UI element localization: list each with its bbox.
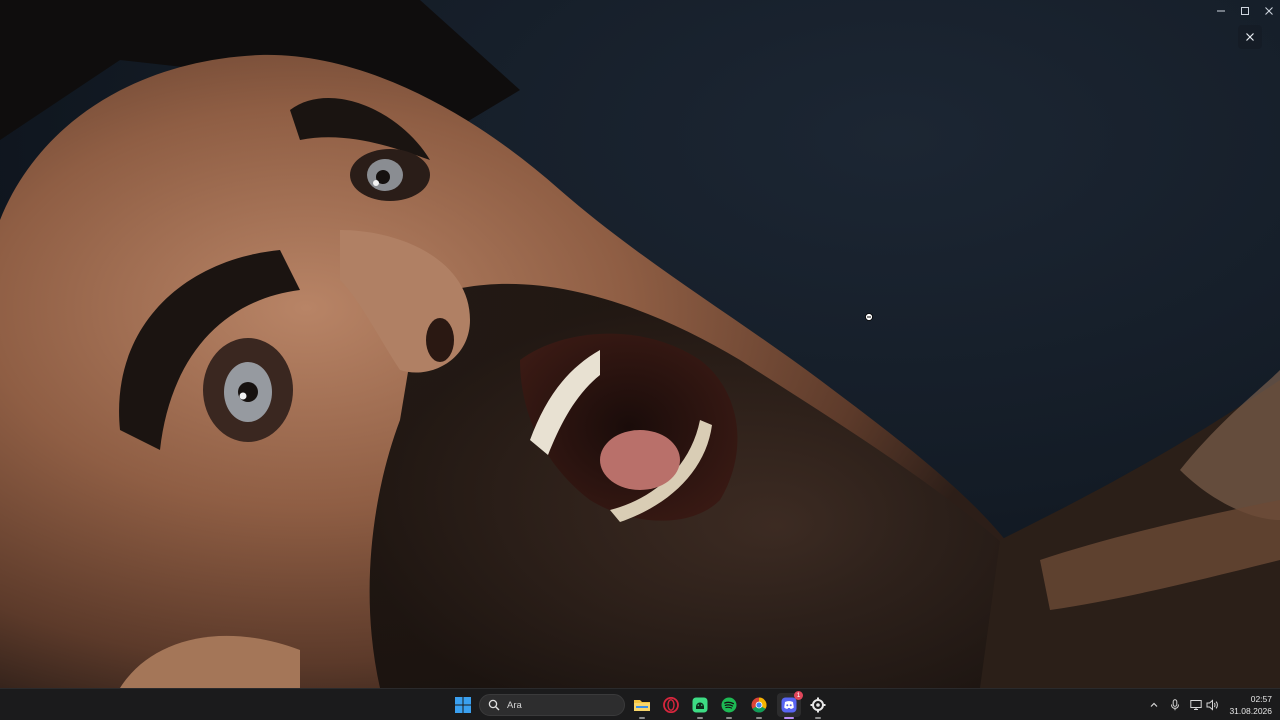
speaker-icon: [1206, 699, 1218, 711]
running-indicator: [784, 717, 794, 719]
running-indicator: [726, 717, 732, 719]
close-icon: [1265, 7, 1273, 15]
taskbar-app-android[interactable]: [688, 693, 712, 719]
taskbar-app-discord[interactable]: 1: [777, 691, 803, 719]
folder-icon: [634, 700, 650, 711]
running-indicator: [639, 717, 645, 719]
tray-microphone-button[interactable]: [1168, 697, 1182, 713]
taskbar-app-opera[interactable]: [659, 693, 683, 717]
minimize-button[interactable]: [1209, 2, 1233, 20]
minimize-icon: [1217, 10, 1225, 12]
discord-icon: [781, 697, 797, 713]
search-placeholder: Ara: [507, 699, 522, 711]
tray-overflow-button[interactable]: [1147, 697, 1161, 713]
search-icon: [488, 699, 500, 711]
maximize-button[interactable]: [1233, 2, 1257, 20]
photo-viewer: [0, 0, 1280, 688]
taskbar-search-box[interactable]: Ara: [479, 694, 625, 716]
tray-volume-button[interactable]: [1205, 697, 1219, 713]
android-icon: [692, 697, 708, 713]
running-indicator: [756, 717, 762, 719]
opera-icon: [663, 697, 679, 713]
running-indicator: [815, 717, 821, 719]
tray-network-button[interactable]: [1189, 697, 1203, 713]
taskbar-app-spotify[interactable]: [717, 693, 741, 719]
taskbar-clock[interactable]: 02:57 31.08.2026: [1224, 693, 1272, 717]
start-button[interactable]: [451, 693, 475, 717]
taskbar: Ara 1 02:57 31.08.2026: [0, 688, 1280, 720]
close-viewer-button[interactable]: [1238, 25, 1262, 49]
spotify-icon: [721, 697, 737, 713]
close-icon: [1246, 33, 1254, 41]
gear-icon: [810, 697, 826, 713]
taskbar-app-settings[interactable]: [806, 693, 830, 719]
close-window-button[interactable]: [1257, 2, 1280, 20]
notification-badge: 1: [794, 691, 803, 700]
taskbar-app-chrome[interactable]: [747, 693, 771, 719]
network-icon: [1190, 700, 1202, 710]
chrome-icon: [751, 697, 767, 713]
microphone-icon: [1171, 699, 1179, 711]
clock-time: 02:57: [1250, 694, 1272, 704]
taskbar-app-file-explorer[interactable]: [630, 693, 654, 719]
chevron-up-icon: [1150, 702, 1158, 707]
windows-logo-icon: [455, 697, 471, 713]
clock-date: 31.08.2026: [1229, 706, 1272, 716]
displayed-photo: [0, 0, 1280, 688]
mouse-cursor-icon: [865, 313, 873, 321]
maximize-icon: [1241, 7, 1249, 15]
running-indicator: [697, 717, 703, 719]
